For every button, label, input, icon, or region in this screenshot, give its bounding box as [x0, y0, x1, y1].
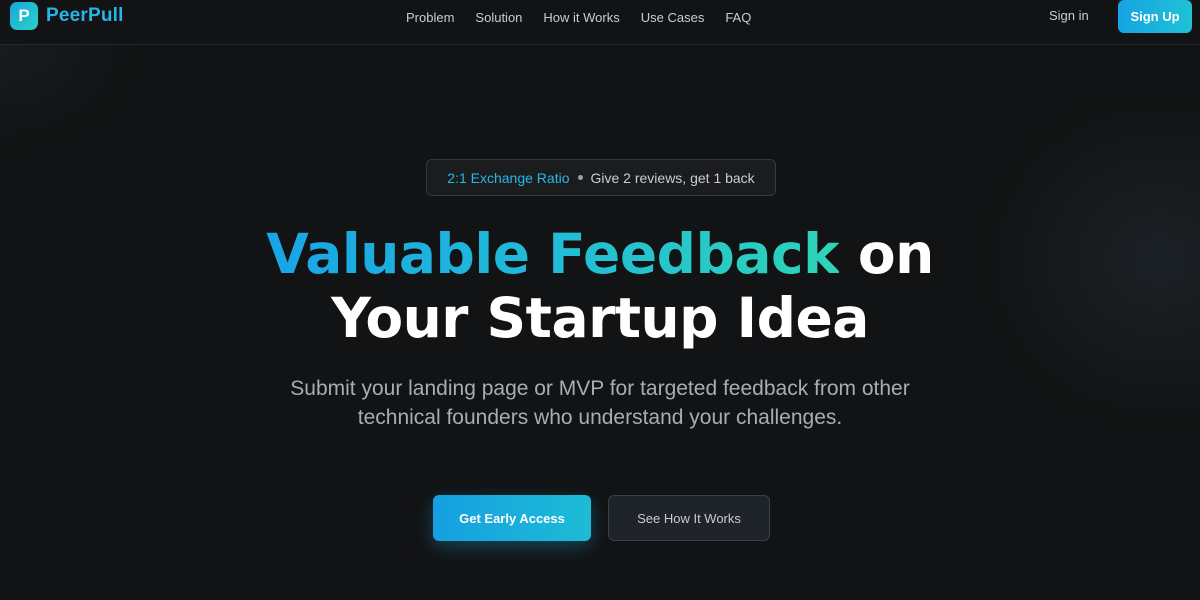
logo-link[interactable]: P PeerPull [10, 2, 124, 30]
nav-item-how-it-works[interactable]: How it Works [543, 10, 619, 25]
bullet-dot-icon [577, 175, 583, 180]
headline-gradient-text: Valuable Feedback [266, 222, 840, 286]
landing-page: P PeerPull Problem Solution How it Works… [0, 0, 1200, 600]
see-how-it-works-button[interactable]: See How It Works [608, 495, 770, 541]
nav-item-solution[interactable]: Solution [475, 10, 522, 25]
get-early-access-button[interactable]: Get Early Access [433, 495, 591, 541]
sign-up-button[interactable]: Sign Up [1118, 0, 1192, 33]
brand-name: PeerPull [46, 5, 124, 26]
hero-headline: Valuable Feedback on Your Startup Idea [0, 222, 1200, 350]
logo-icon: P [10, 2, 38, 30]
nav-item-faq[interactable]: FAQ [725, 10, 751, 25]
main-nav: Problem Solution How it Works Use Cases … [406, 8, 772, 26]
exchange-ratio-badge: 2:1 Exchange Ratio Give 2 reviews, get 1… [426, 159, 776, 196]
nav-item-use-cases[interactable]: Use Cases [641, 10, 705, 25]
badge-description: Give 2 reviews, get 1 back [590, 169, 755, 186]
headline-line1-rest: on [857, 222, 934, 286]
nav-item-problem[interactable]: Problem [406, 10, 454, 25]
subtitle-line2: technical founders who understand your c… [357, 406, 843, 429]
hero-subtitle: Submit your landing page or MVP for targ… [0, 374, 1200, 432]
sign-in-link[interactable]: Sign in [1049, 8, 1089, 23]
headline-line2: Your Startup Idea [331, 286, 869, 350]
top-navigation-bar: P PeerPull Problem Solution How it Works… [0, 0, 1200, 45]
badge-accent-text: 2:1 Exchange Ratio [447, 169, 570, 186]
subtitle-line1: Submit your landing page or MVP for targ… [290, 377, 910, 400]
